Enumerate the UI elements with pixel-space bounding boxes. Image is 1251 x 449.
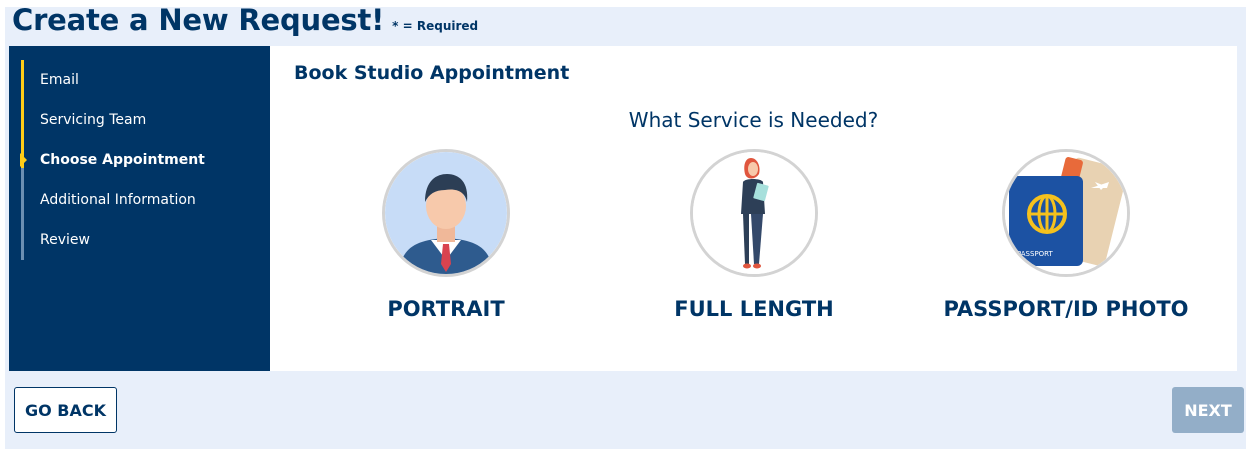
option-full-length-label: FULL LENGTH <box>674 297 834 321</box>
main-panel: Book Studio Appointment What Service is … <box>270 46 1237 371</box>
option-full-length[interactable]: FULL LENGTH <box>604 149 904 321</box>
next-button[interactable]: NEXT <box>1172 387 1244 433</box>
option-portrait-label: PORTRAIT <box>387 297 505 321</box>
option-passport[interactable]: PASSPORT PASSPORT/ID PHOTO <box>916 149 1216 321</box>
step-review[interactable]: Review <box>24 220 205 260</box>
service-question: What Service is Needed? <box>628 108 879 132</box>
option-portrait[interactable]: PORTRAIT <box>296 149 596 321</box>
required-note: * = Required <box>392 19 479 33</box>
step-additional-information[interactable]: Additional Information <box>24 180 205 220</box>
steps-sidebar: Email Servicing Team Choose Appointment … <box>9 46 270 371</box>
passport-icon: PASSPORT <box>1002 149 1130 277</box>
go-back-button[interactable]: GO BACK <box>14 387 117 433</box>
section-title: Book Studio Appointment <box>294 62 570 84</box>
page-title: Create a New Request! <box>12 3 385 37</box>
option-passport-label: PASSPORT/ID PHOTO <box>943 297 1189 321</box>
full-length-icon <box>690 149 818 277</box>
step-servicing-team[interactable]: Servicing Team <box>24 100 205 140</box>
page-header: Create a New Request! * = Required <box>12 3 478 47</box>
portrait-icon <box>382 149 510 277</box>
steps-list: Email Servicing Team Choose Appointment … <box>20 60 205 260</box>
passport-text: PASSPORT <box>1017 250 1054 258</box>
step-choose-appointment[interactable]: Choose Appointment <box>20 140 205 180</box>
step-email[interactable]: Email <box>24 60 205 100</box>
